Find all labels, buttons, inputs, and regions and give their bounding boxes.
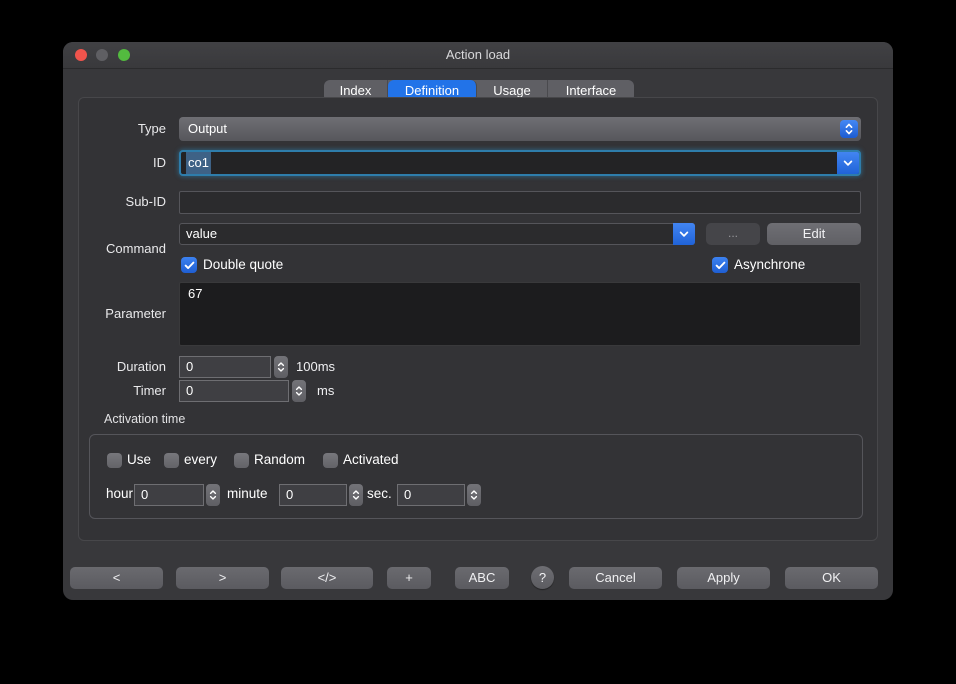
random-label: Random: [254, 452, 305, 467]
minute-input[interactable]: 0: [279, 484, 347, 506]
timer-unit: ms: [317, 383, 334, 398]
activated-checkbox[interactable]: [323, 453, 338, 468]
double-quote-checkbox[interactable]: [181, 257, 197, 273]
chevron-up-down-icon: [277, 361, 285, 373]
parameter-textarea[interactable]: 67: [179, 282, 861, 346]
action-load-window: Action load Index Definition Usage Inter…: [63, 42, 893, 600]
duration-stepper[interactable]: [274, 356, 288, 378]
hour-stepper[interactable]: [206, 484, 220, 506]
command-more-button[interactable]: ...: [706, 223, 760, 245]
every-checkbox[interactable]: [164, 453, 179, 468]
every-label: every: [184, 452, 217, 467]
chevron-up-down-icon: [295, 385, 303, 397]
add-button[interactable]: +: [387, 567, 431, 589]
double-quote-label: Double quote: [203, 257, 283, 272]
chevron-up-down-icon: [840, 120, 858, 138]
timer-stepper[interactable]: [292, 380, 306, 402]
chevron-up-down-icon: [352, 489, 360, 501]
duration-input[interactable]: 0: [179, 356, 271, 378]
help-button[interactable]: ?: [531, 566, 554, 589]
asynchrone-checkbox[interactable]: [712, 257, 728, 273]
minute-stepper[interactable]: [349, 484, 363, 506]
hour-label: hour: [106, 486, 133, 501]
check-icon: [715, 261, 726, 270]
timer-input[interactable]: 0: [179, 380, 289, 402]
type-label: Type: [79, 121, 166, 136]
apply-button[interactable]: Apply: [677, 567, 770, 589]
id-label: ID: [79, 155, 166, 170]
parameter-label: Parameter: [79, 306, 166, 321]
minute-label: minute: [227, 486, 268, 501]
sec-input[interactable]: 0: [397, 484, 465, 506]
prev-button[interactable]: <: [70, 567, 163, 589]
sub-id-label: Sub-ID: [79, 194, 166, 209]
type-popup-value: Output: [179, 117, 861, 141]
ok-button[interactable]: OK: [785, 567, 878, 589]
duration-label: Duration: [79, 359, 166, 374]
duration-unit: 100ms: [296, 359, 335, 374]
random-checkbox[interactable]: [234, 453, 249, 468]
command-label: Command: [79, 241, 166, 256]
command-combobox-value: value: [180, 224, 694, 244]
activated-label: Activated: [343, 452, 399, 467]
next-button[interactable]: >: [176, 567, 269, 589]
id-combobox[interactable]: co1: [179, 150, 861, 176]
check-icon: [184, 261, 195, 270]
command-combobox[interactable]: value: [179, 223, 695, 245]
asynchrone-label: Asynchrone: [734, 257, 805, 272]
sub-id-input[interactable]: [179, 191, 861, 214]
command-edit-button[interactable]: Edit: [767, 223, 861, 245]
sec-label: sec.: [367, 486, 392, 501]
titlebar[interactable]: Action load: [63, 42, 893, 69]
use-checkbox[interactable]: [107, 453, 122, 468]
cancel-button[interactable]: Cancel: [569, 567, 662, 589]
activation-time-group: Use every Random Activated hour 0 minute…: [89, 434, 863, 519]
window-title: Action load: [63, 42, 893, 68]
use-label: Use: [127, 452, 151, 467]
chevron-down-icon[interactable]: [837, 152, 859, 174]
chevron-up-down-icon: [209, 489, 217, 501]
type-popup[interactable]: Output: [179, 117, 861, 141]
activation-time-title: Activation time: [104, 412, 185, 426]
timer-label: Timer: [79, 383, 166, 398]
code-button[interactable]: </>: [281, 567, 373, 589]
chevron-up-down-icon: [470, 489, 478, 501]
hour-input[interactable]: 0: [134, 484, 204, 506]
chevron-down-icon[interactable]: [673, 223, 695, 245]
abc-button[interactable]: ABC: [455, 567, 509, 589]
sec-stepper[interactable]: [467, 484, 481, 506]
id-combobox-value: co1: [186, 152, 211, 174]
definition-form-panel: Type Output ID co1 Sub-ID Command value …: [78, 97, 878, 541]
